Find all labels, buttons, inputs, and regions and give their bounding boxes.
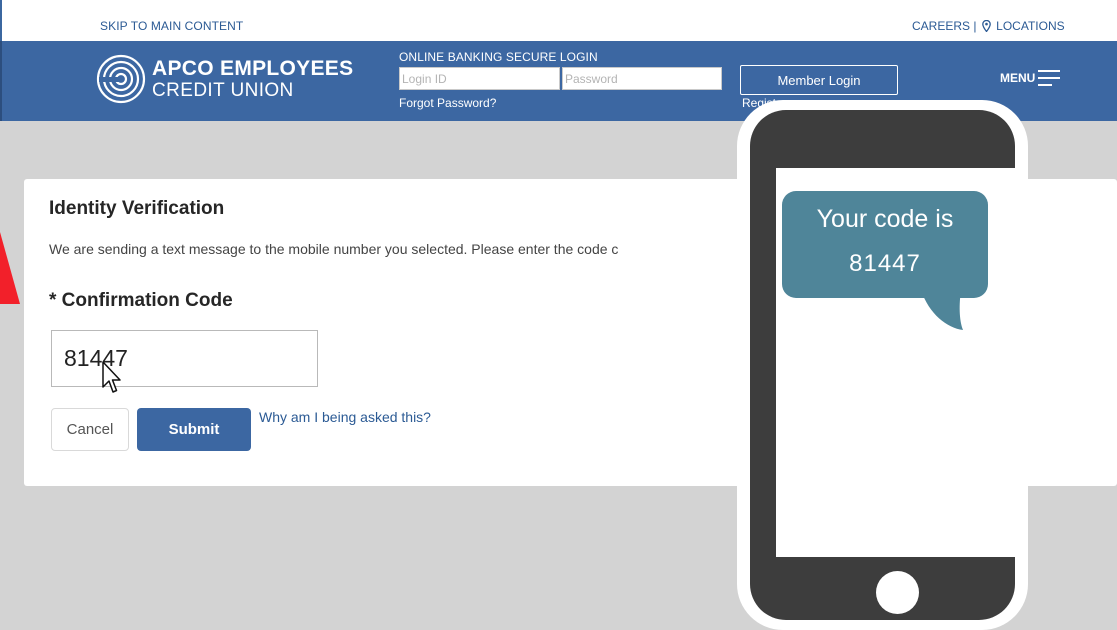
top-utility-bar: SKIP TO MAIN CONTENT CAREERS | LOCATIONS — [0, 0, 1117, 41]
mouse-cursor-icon — [102, 361, 121, 393]
top-links-separator: | — [973, 19, 977, 33]
brand-name-line1: APCO EMPLOYEES — [152, 57, 354, 80]
sms-message-line1: Your code is — [816, 205, 954, 233]
red-arrow-icon — [0, 232, 20, 304]
map-pin-icon — [981, 20, 991, 32]
cancel-button[interactable]: Cancel — [51, 408, 129, 451]
submit-button[interactable]: Submit — [137, 408, 251, 451]
menu-label[interactable]: MENU — [1000, 71, 1035, 85]
sms-message-code: 81447 — [849, 250, 921, 277]
phone-home-button — [876, 571, 919, 614]
locations-link[interactable]: LOCATIONS — [996, 19, 1064, 33]
secure-login-title: ONLINE BANKING SECURE LOGIN — [399, 50, 598, 64]
page-title: Identity Verification — [49, 198, 225, 219]
credit-union-logo-icon[interactable] — [95, 53, 147, 105]
sms-bubble-tail — [921, 290, 963, 330]
hamburger-icon[interactable] — [1038, 70, 1060, 86]
forgot-password-link[interactable]: Forgot Password? — [399, 96, 496, 110]
confirmation-code-label: * Confirmation Code — [49, 290, 233, 311]
member-login-button[interactable]: Member Login — [740, 65, 898, 95]
verification-instruction: We are sending a text message to the mob… — [49, 241, 619, 257]
phone-illustration — [737, 100, 1028, 630]
top-links: CAREERS | LOCATIONS — [912, 19, 1065, 33]
confirmation-code-input[interactable] — [51, 330, 318, 387]
careers-link[interactable]: CAREERS — [912, 19, 970, 33]
login-id-input[interactable] — [399, 67, 560, 90]
why-asked-link[interactable]: Why am I being asked this? — [259, 409, 431, 425]
phone-body — [750, 110, 1017, 620]
skip-to-main-content-link[interactable]: SKIP TO MAIN CONTENT — [100, 19, 243, 33]
brand-name-line2: CREDIT UNION — [152, 80, 294, 101]
password-input[interactable] — [562, 67, 722, 90]
